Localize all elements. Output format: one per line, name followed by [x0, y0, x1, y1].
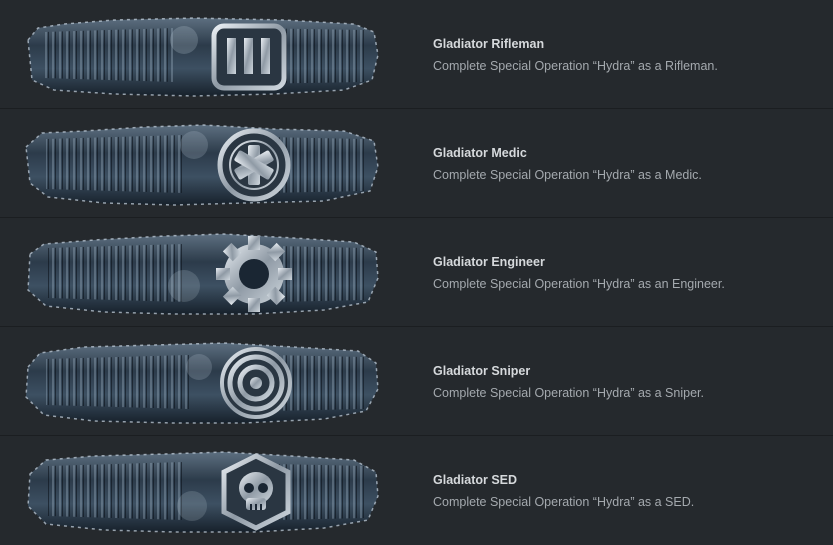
achievement-description: Complete Special Operation “Hydra” as a … [433, 386, 704, 400]
achievement-banner [24, 446, 380, 536]
achievement-description: Complete Special Operation “Hydra” as a … [433, 495, 695, 509]
medic-cross-icon [217, 128, 291, 202]
achievement-title: Gladiator Engineer [433, 255, 545, 269]
achievement-row-sed[interactable]: Gladiator SED Complete Special Operation… [0, 436, 833, 545]
achievement-banner [24, 119, 380, 209]
achievement-row-rifleman[interactable]: Gladiator Rifleman Complete Special Oper… [0, 0, 833, 109]
achievement-text: Gladiator Rifleman Complete Special Oper… [433, 36, 718, 74]
achievement-text: Gladiator Sniper Complete Special Operat… [433, 363, 704, 401]
achievement-description: Complete Special Operation “Hydra” as a … [433, 168, 702, 182]
achievement-row-medic[interactable]: Gladiator Medic Complete Special Operati… [0, 109, 833, 218]
banner-graphic [25, 342, 379, 424]
banner-graphic [27, 451, 379, 533]
banner-graphic [27, 233, 379, 315]
banner-graphic [25, 124, 379, 206]
engineer-gear-icon [216, 236, 292, 312]
achievement-text: Gladiator SED Complete Special Operation… [433, 472, 694, 510]
achievement-banner [24, 10, 380, 100]
achievement-title: Gladiator Sniper [433, 364, 531, 378]
achievement-text: Gladiator Medic Complete Special Operati… [433, 145, 702, 183]
banner-graphic [27, 17, 379, 97]
achievement-banner [24, 337, 380, 427]
achievement-title: Gladiator Rifleman [433, 37, 545, 51]
achievement-title: Gladiator Medic [433, 146, 527, 160]
rifleman-bars-icon [211, 23, 287, 91]
achievement-text: Gladiator Engineer Complete Special Oper… [433, 254, 725, 292]
achievement-row-engineer[interactable]: Gladiator Engineer Complete Special Oper… [0, 218, 833, 327]
achievement-list: Gladiator Rifleman Complete Special Oper… [0, 0, 833, 545]
achievement-title: Gladiator SED [433, 473, 518, 487]
achievement-description: Complete Special Operation “Hydra” as an… [433, 277, 725, 291]
sed-skull-icon [221, 453, 291, 531]
sniper-target-icon [220, 347, 292, 419]
achievement-row-sniper[interactable]: Gladiator Sniper Complete Special Operat… [0, 327, 833, 436]
achievement-description: Complete Special Operation “Hydra” as a … [433, 59, 718, 73]
achievement-banner [24, 228, 380, 318]
